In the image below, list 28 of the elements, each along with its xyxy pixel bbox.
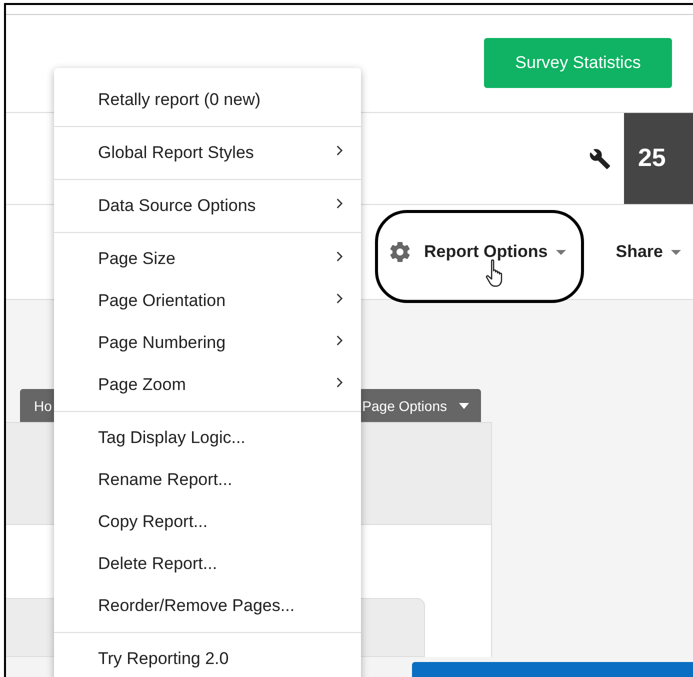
chevron-icon	[336, 292, 343, 304]
chevron-icon	[336, 334, 343, 346]
chevron-icon	[336, 376, 343, 388]
menu-item[interactable]: Rename Report...	[54, 459, 361, 501]
menu-item[interactable]: Reorder/Remove Pages...	[54, 585, 361, 627]
counter-badge: 25	[624, 113, 693, 204]
page-tab[interactable]: Ho	[34, 398, 52, 414]
caret-icon	[671, 250, 681, 254]
wrench-icon[interactable]	[589, 148, 611, 170]
caret-icon	[556, 250, 566, 254]
chevron-icon	[336, 250, 343, 262]
menu-item[interactable]: Delete Report...	[54, 543, 361, 585]
toolbar-menu-button[interactable]: Share	[612, 234, 685, 270]
menu-item[interactable]: Page Numbering	[54, 322, 361, 364]
menu-item[interactable]: Global Report Styles	[54, 132, 361, 174]
caret-icon	[459, 402, 469, 408]
menu-item[interactable]: Try Reporting 2.0	[54, 638, 361, 677]
page-tab[interactable]: Page Options	[362, 398, 469, 414]
menu-item[interactable]: Page Orientation	[54, 280, 361, 322]
menu-item[interactable]: Page Zoom	[54, 364, 361, 406]
chevron-icon	[336, 198, 343, 208]
menu-item[interactable]: Tag Display Logic...	[54, 417, 361, 459]
chevron-icon	[336, 144, 343, 156]
menu-item[interactable]: Page Size	[54, 238, 361, 280]
gear-icon	[388, 240, 412, 264]
menu-item[interactable]: Data Source Options	[54, 185, 361, 227]
menu-item[interactable]: Copy Report...	[54, 501, 361, 543]
menu-item[interactable]: Retally report (0 new)	[54, 79, 361, 121]
